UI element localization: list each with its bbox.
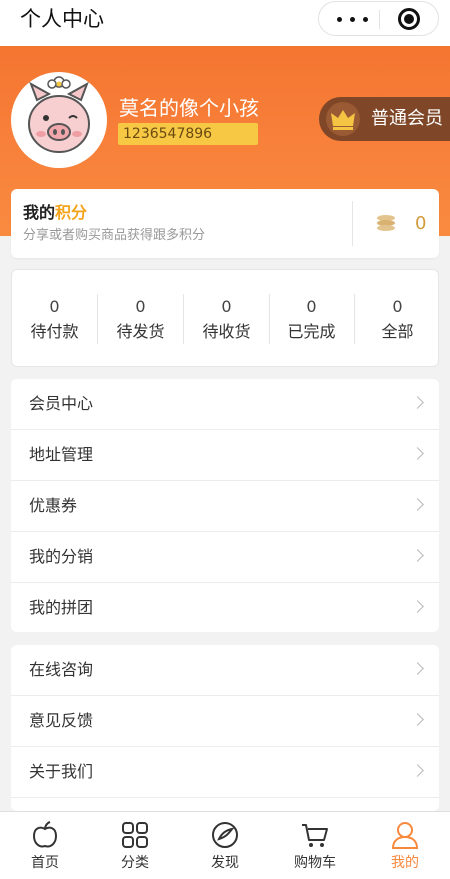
user-name: 莫名的像个小孩 — [119, 96, 259, 120]
menu-item-online-consult[interactable]: 在线咨询 — [11, 645, 439, 696]
user-icon — [391, 822, 419, 849]
apple-icon — [32, 821, 58, 848]
chevron-right-icon — [411, 600, 424, 613]
menu-card-primary: 会员中心 地址管理 优惠券 我的分销 我的拼团 — [11, 379, 439, 632]
tab-cart[interactable]: 购物车 — [270, 812, 360, 879]
order-all[interactable]: 0 全部 — [355, 270, 440, 368]
user-id-badge: 1236547896 — [118, 123, 258, 145]
menu-item-feedback[interactable]: 意见反馈 — [11, 696, 439, 747]
compass-icon — [212, 822, 238, 848]
order-label: 全部 — [381, 322, 414, 341]
cart-icon — [302, 824, 328, 847]
chevron-right-icon — [411, 662, 424, 675]
points-title-highlight: 积分 — [55, 203, 88, 222]
order-label: 待发货 — [116, 322, 165, 341]
menu-item-label: 优惠券 — [29, 496, 78, 515]
order-label: 已完成 — [287, 322, 336, 341]
membership-label: 普通会员 — [371, 108, 443, 129]
close-target-icon[interactable] — [398, 8, 420, 30]
points-subtitle: 分享或者购买商品获得跟多积分 — [23, 228, 206, 243]
tab-home[interactable]: 首页 — [0, 812, 90, 879]
order-count: 0 — [306, 297, 317, 316]
order-count: 0 — [135, 297, 146, 316]
menu-card-secondary: 在线咨询 意见反馈 关于我们 — [11, 645, 439, 811]
menu-item-about-us[interactable]: 关于我们 — [11, 747, 439, 798]
order-label: 待付款 — [30, 322, 79, 341]
mini-program-capsule — [318, 1, 439, 36]
chevron-right-icon — [411, 396, 424, 409]
order-pending-receipt[interactable]: 0 待收货 — [184, 270, 269, 368]
orders-card: 0 待付款 0 待发货 0 待收货 0 已完成 0 全部 — [11, 269, 439, 367]
menu-item-label: 关于我们 — [29, 762, 94, 781]
points-title: 我的积分 — [23, 203, 87, 223]
tab-label: 我的 — [391, 855, 419, 871]
menu-item-label: 地址管理 — [29, 445, 94, 464]
tab-label: 分类 — [121, 855, 149, 871]
chevron-right-icon — [411, 549, 424, 562]
menu-item-group-buy[interactable]: 我的拼团 — [11, 583, 439, 632]
chevron-right-icon — [411, 764, 424, 777]
points-value: 0 — [415, 213, 427, 234]
order-label: 待收货 — [202, 322, 251, 341]
chevron-right-icon — [411, 498, 424, 511]
nav-bar: 个人中心 — [0, 0, 450, 46]
menu-item-label: 我的拼团 — [29, 598, 94, 617]
menu-item-member-center[interactable]: 会员中心 — [11, 379, 439, 430]
membership-badge[interactable]: 普通会员 — [319, 97, 450, 141]
menu-item-label: 意见反馈 — [29, 711, 94, 730]
menu-item-label: 我的分销 — [29, 547, 94, 566]
page-title: 个人中心 — [20, 7, 104, 31]
coins-icon — [377, 215, 395, 231]
points-card[interactable]: 我的积分 分享或者购买商品获得跟多积分 0 — [11, 189, 439, 258]
crown-icon — [326, 102, 360, 136]
menu-item-address[interactable]: 地址管理 — [11, 430, 439, 481]
chevron-right-icon — [411, 447, 424, 460]
order-pending-payment[interactable]: 0 待付款 — [12, 270, 97, 368]
menu-item-coupons[interactable]: 优惠券 — [11, 481, 439, 532]
tab-mine[interactable]: 我的 — [360, 812, 450, 879]
order-count: 0 — [392, 297, 403, 316]
avatar[interactable] — [11, 72, 107, 168]
order-completed[interactable]: 0 已完成 — [269, 270, 354, 368]
pig-avatar-icon — [28, 76, 90, 153]
order-pending-shipment[interactable]: 0 待发货 — [98, 270, 183, 368]
tab-bar: 首页 分类 发现 购物车 我的 — [0, 811, 450, 879]
tab-category[interactable]: 分类 — [90, 812, 180, 879]
order-count: 0 — [221, 297, 232, 316]
capsule-divider — [379, 10, 380, 29]
order-count: 0 — [49, 297, 60, 316]
points-divider — [352, 201, 353, 246]
tab-label: 发现 — [211, 855, 239, 871]
grid-icon — [122, 822, 148, 848]
points-title-prefix: 我的 — [23, 203, 56, 222]
chevron-right-icon — [411, 713, 424, 726]
menu-item-label: 在线咨询 — [29, 660, 94, 679]
tab-label: 首页 — [31, 855, 59, 871]
menu-item-label: 会员中心 — [29, 394, 94, 413]
tab-label: 购物车 — [294, 855, 336, 871]
tab-discover[interactable]: 发现 — [180, 812, 270, 879]
more-icon[interactable] — [337, 17, 369, 22]
menu-item-distribution[interactable]: 我的分销 — [11, 532, 439, 583]
